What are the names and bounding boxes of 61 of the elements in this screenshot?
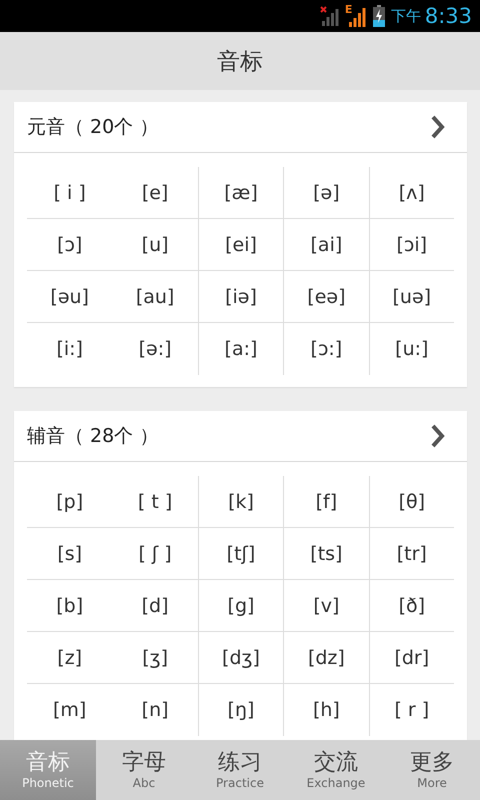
chevron-right-icon (431, 424, 445, 448)
ipa-grid-item[interactable]: [eə] (283, 271, 369, 323)
ipa-grid-item[interactable]: [d] (112, 580, 198, 632)
ipa-grid-item[interactable]: [i:] (27, 323, 112, 375)
ipa-grid-item[interactable]: [iə] (198, 271, 284, 323)
ipa-grid-item[interactable]: [dr] (368, 632, 454, 684)
section-title: 元音（ 20个 ） (27, 115, 158, 140)
ipa-grid-item[interactable]: [b] (27, 580, 112, 632)
ipa-grid-item[interactable]: [u] (112, 219, 198, 271)
ipa-grid-item[interactable]: [ r ] (368, 684, 454, 736)
ipa-grid-item[interactable]: [ i ] (27, 167, 112, 219)
section-header[interactable]: 元音（ 20个 ） (14, 102, 467, 153)
ipa-grid-item[interactable]: [ð] (368, 580, 454, 632)
time-period: 下午 (390, 6, 421, 26)
bottom-nav-tab[interactable]: 练习 Practice (192, 740, 288, 800)
ipa-grid-item[interactable]: [uə] (368, 271, 454, 323)
ipa-grid-item[interactable]: [dz] (283, 632, 369, 684)
ipa-grid-item[interactable]: [a:] (198, 323, 284, 375)
ipa-grid-item[interactable]: [p] (27, 476, 112, 528)
ipa-grid-item[interactable]: [z] (27, 632, 112, 684)
no-signal-icon (318, 6, 339, 26)
clock-time: 8:33 (424, 4, 472, 28)
ipa-grid-item[interactable]: [n] (112, 684, 198, 736)
network-type: E (344, 3, 352, 16)
ipa-grid-item[interactable]: [k] (198, 476, 284, 528)
bottom-nav-tab[interactable]: 更多 More (384, 740, 480, 800)
ipa-grid-item[interactable]: [tʃ] (198, 528, 284, 580)
screen-title: 音标 (217, 48, 263, 76)
chevron-right-icon (431, 115, 445, 139)
ipa-grid-item[interactable]: [ʒ] (112, 632, 198, 684)
ipa-grid-item[interactable]: [ə] (283, 167, 369, 219)
ipa-grid-item[interactable]: [u:] (368, 323, 454, 375)
ipa-grid-item[interactable]: [ɔ] (27, 219, 112, 271)
battery-icon (372, 5, 385, 27)
ipa-grid-item[interactable]: [h] (283, 684, 369, 736)
ipa-grid-item[interactable]: [ŋ] (198, 684, 284, 736)
bottom-nav-tab[interactable]: 交流 Exchange (288, 740, 384, 800)
ipa-grid-item[interactable]: [ɔ:] (283, 323, 369, 375)
ipa-grid-item[interactable]: [m] (27, 684, 112, 736)
ipa-grid-item[interactable]: [g] (198, 580, 284, 632)
ipa-grid-item[interactable]: [e] (112, 167, 198, 219)
section-header[interactable]: 辅音（ 28个 ） (14, 411, 467, 462)
ipa-grid-item[interactable]: [au] (112, 271, 198, 323)
ipa-grid-item[interactable]: [ə:] (112, 323, 198, 375)
ipa-grid-item[interactable]: [tr] (368, 528, 454, 580)
ipa-grid-item[interactable]: [v] (283, 580, 369, 632)
ipa-grid-item[interactable]: [əu] (27, 271, 112, 323)
bottom-nav-tab[interactable]: 字母 Abc (96, 740, 192, 800)
ipa-grid-item[interactable]: [ei] (198, 219, 284, 271)
ipa-grid-item[interactable]: [ai] (283, 219, 369, 271)
ipa-grid-item[interactable]: [ t ] (112, 476, 198, 528)
ipa-grid-item[interactable]: [θ] (368, 476, 454, 528)
ipa-grid-item[interactable]: [ɔi] (368, 219, 454, 271)
ipa-grid-item[interactable]: [dʒ] (198, 632, 284, 684)
ipa-grid-item[interactable]: [ts] (283, 528, 369, 580)
ipa-grid-item[interactable]: [ʌ] (368, 167, 454, 219)
ipa-grid-item[interactable]: [æ] (198, 167, 284, 219)
ipa-grid-item[interactable]: [f] (283, 476, 369, 528)
section-title: 辅音（ 28个 ） (27, 424, 158, 449)
ipa-grid-item[interactable]: [s] (27, 528, 112, 580)
ipa-grid-item[interactable]: [ ʃ ] (112, 528, 198, 580)
